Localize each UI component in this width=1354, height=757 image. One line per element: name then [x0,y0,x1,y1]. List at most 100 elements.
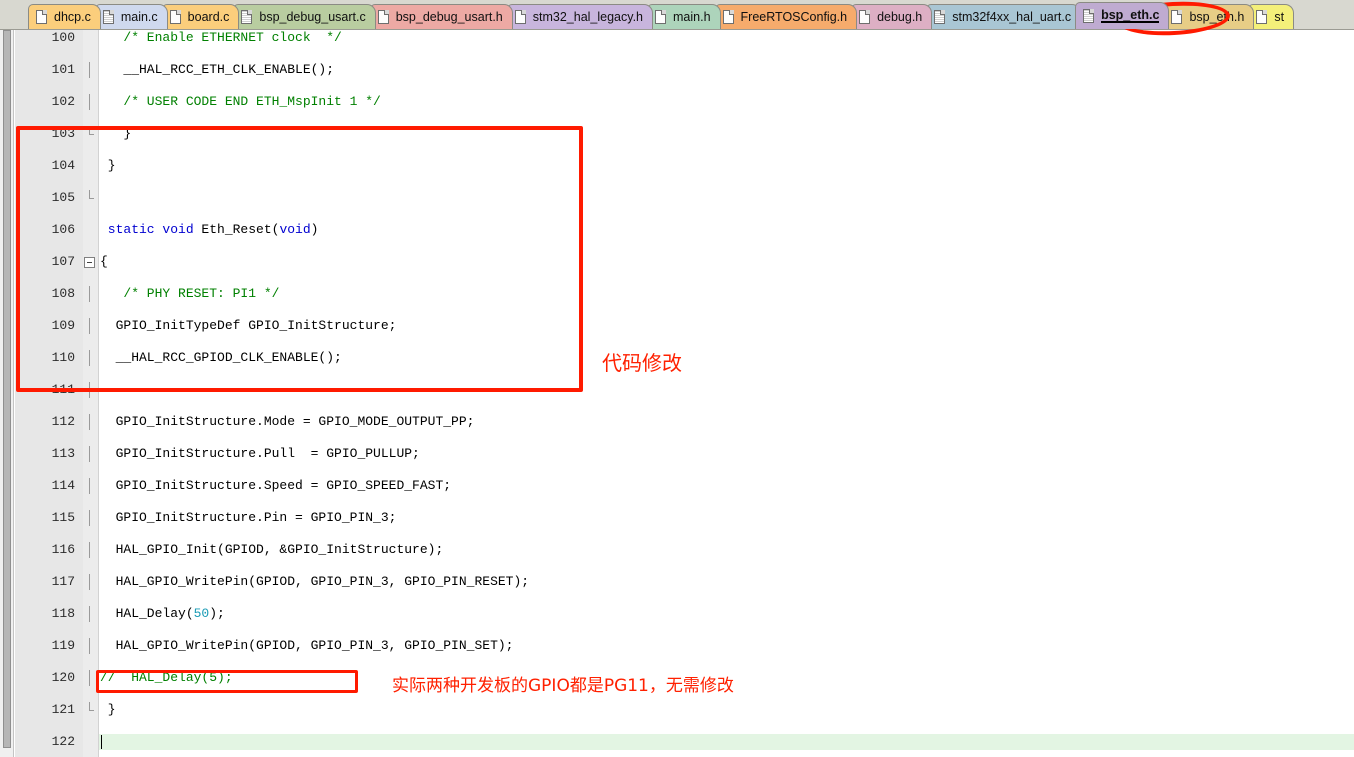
line-number: 117 [51,574,75,589]
code-line[interactable]: 118 HAL_Delay(50); [0,606,1354,622]
file-tab-stm32-hal-legacy-h[interactable]: stm32_hal_legacy.h [506,4,654,29]
fold-guide-line [89,606,90,622]
file-tab-bsp-debug-usart-c[interactable]: bsp_debug_usart.c [233,4,376,29]
code-line[interactable]: 119 HAL_GPIO_WritePin(GPIOD, GPIO_PIN_3,… [0,638,1354,654]
file-icon [722,10,734,24]
code-line-text: GPIO_InitStructure.Speed = GPIO_SPEED_FA… [100,478,452,493]
file-tab-st[interactable]: st [1248,4,1295,29]
code-line-text: } [100,158,116,173]
code-line[interactable]: 121 } [0,702,1354,718]
file-tab-bsp-debug-usart-h[interactable]: bsp_debug_usart.h [369,4,513,29]
code-line-text: // HAL_Delay(5); [100,670,233,685]
fold-guide-line [89,318,90,334]
code-line[interactable]: 105 [0,190,1354,206]
file-tab-main-h[interactable]: main.h [647,4,721,29]
line-number: 108 [51,286,75,301]
code-line-text: static void Eth_Reset(void) [100,222,319,237]
file-tab-label: dhcp.c [54,9,91,24]
code-line[interactable]: 108 /* PHY RESET: PI1 */ [0,286,1354,302]
file-tab-label: main.c [120,9,158,24]
code-line[interactable]: 114 GPIO_InitStructure.Speed = GPIO_SPEE… [0,478,1354,494]
fold-collapse-icon[interactable] [84,257,95,268]
line-number: 118 [51,606,75,621]
code-line[interactable]: 122 [0,734,1354,750]
code-line-text: HAL_GPIO_Init(GPIOD, &GPIO_InitStructure… [100,542,444,557]
code-line[interactable]: 115 GPIO_InitStructure.Pin = GPIO_PIN_3; [0,510,1354,526]
file-tab-stm32f4xx-hal-uart-c[interactable]: stm32f4xx_hal_uart.c [926,4,1082,29]
code-line-text: __HAL_RCC_GPIOD_CLK_ENABLE(); [100,350,342,365]
code-line[interactable]: 104 } [0,158,1354,174]
line-number: 121 [51,702,75,717]
line-number: 119 [51,638,75,653]
line-number: 101 [51,62,75,77]
line-number: 105 [51,190,75,205]
line-number: 109 [51,318,75,333]
file-tab-bsp-eth-h[interactable]: bsp_eth.h [1163,4,1255,29]
file-tab-debug-h[interactable]: debug.h [851,4,933,29]
code-line[interactable]: 112 GPIO_InitStructure.Mode = GPIO_MODE_… [0,414,1354,430]
line-number: 111 [51,382,75,397]
line-number: 112 [51,414,75,429]
fold-guide-line [89,286,90,302]
file-tab-board-c[interactable]: board.c [161,4,240,29]
file-tab-label: board.c [187,9,230,24]
fold-end-marker [89,190,94,199]
fold-guide-line [89,446,90,462]
code-line-text: HAL_Delay(50); [100,606,225,621]
code-line[interactable]: 111 [0,382,1354,398]
file-tab-dhcp-c[interactable]: dhcp.c [28,4,101,29]
file-tab-main-c[interactable]: main.c [94,4,168,29]
code-line-text: { [100,254,108,269]
file-tab-label: bsp_debug_usart.h [395,9,503,24]
line-number: 115 [51,510,75,525]
file-icon [1256,10,1268,24]
code-line[interactable]: 107 { [0,254,1354,270]
code-line-text: __HAL_RCC_ETH_CLK_ENABLE(); [100,62,335,77]
fold-guide-line [89,670,90,686]
code-line-text: /* Enable ETHERNET clock */ [100,30,342,45]
code-editor: 100 /* Enable ETHERNET clock */ 101 __HAL… [0,30,1354,757]
file-tab-label: bsp_debug_usart.c [259,9,366,24]
file-icon [1171,10,1183,24]
code-line[interactable]: 116 HAL_GPIO_Init(GPIOD, &GPIO_InitStruc… [0,542,1354,558]
editor-window: dhcp.c main.c board.c bsp_debug_usart.c bsp_… [0,0,1354,757]
file-tab-freertosconfig-h[interactable]: FreeRTOSConfig.h [714,4,858,29]
code-line[interactable]: 103 } [0,126,1354,142]
code-text-area[interactable]: 100 /* Enable ETHERNET clock */ 101 __HAL… [0,30,1354,757]
line-number: 114 [51,478,75,493]
code-line[interactable]: 117 HAL_GPIO_WritePin(GPIOD, GPIO_PIN_3,… [0,574,1354,590]
file-icon [514,10,526,24]
file-icon [655,10,667,24]
fold-end-marker [89,126,94,135]
code-line[interactable]: 113 GPIO_InitStructure.Pull = GPIO_PULLU… [0,446,1354,462]
code-line-text: GPIO_InitStructure.Mode = GPIO_MODE_OUTP… [100,414,475,429]
line-number: 104 [51,158,75,173]
file-icon-hatched [1083,9,1095,23]
fold-guide-line [89,350,90,366]
code-line[interactable]: 109 GPIO_InitTypeDef GPIO_InitStructure; [0,318,1354,334]
file-tab-label: stm32f4xx_hal_uart.c [952,9,1072,24]
line-number: 122 [51,734,75,749]
code-line-text: GPIO_InitTypeDef GPIO_InitStructure; [100,318,397,333]
file-icon [377,10,389,24]
code-line[interactable]: 100 /* Enable ETHERNET clock */ [0,30,1354,46]
file-icon [36,10,47,24]
code-line[interactable]: 101 __HAL_RCC_ETH_CLK_ENABLE(); [0,62,1354,78]
line-number: 100 [51,30,75,45]
file-icon-hatched [934,10,946,24]
annotation-code-change-note: 代码修改 [602,351,682,375]
code-line[interactable]: 106 static void Eth_Reset(void) [0,222,1354,238]
file-tab-label: stm32_hal_legacy.h [532,9,644,24]
code-line-text: HAL_GPIO_WritePin(GPIOD, GPIO_PIN_3, GPI… [100,638,514,653]
file-tab-bsp-eth-c[interactable]: bsp_eth.c [1075,2,1170,29]
file-tab-label: debug.h [877,9,923,24]
fold-end-marker [89,702,94,711]
file-icon-hatched [102,10,114,24]
code-line[interactable]: 102 /* USER CODE END ETH_MspInit 1 */ [0,94,1354,110]
text-cursor [101,735,102,749]
fold-guide-line [89,382,90,398]
code-line-text: /* PHY RESET: PI1 */ [100,286,280,301]
line-number: 113 [51,446,75,461]
code-line-text: GPIO_InitStructure.Pull = GPIO_PULLUP; [100,446,420,461]
file-icon [169,10,181,24]
